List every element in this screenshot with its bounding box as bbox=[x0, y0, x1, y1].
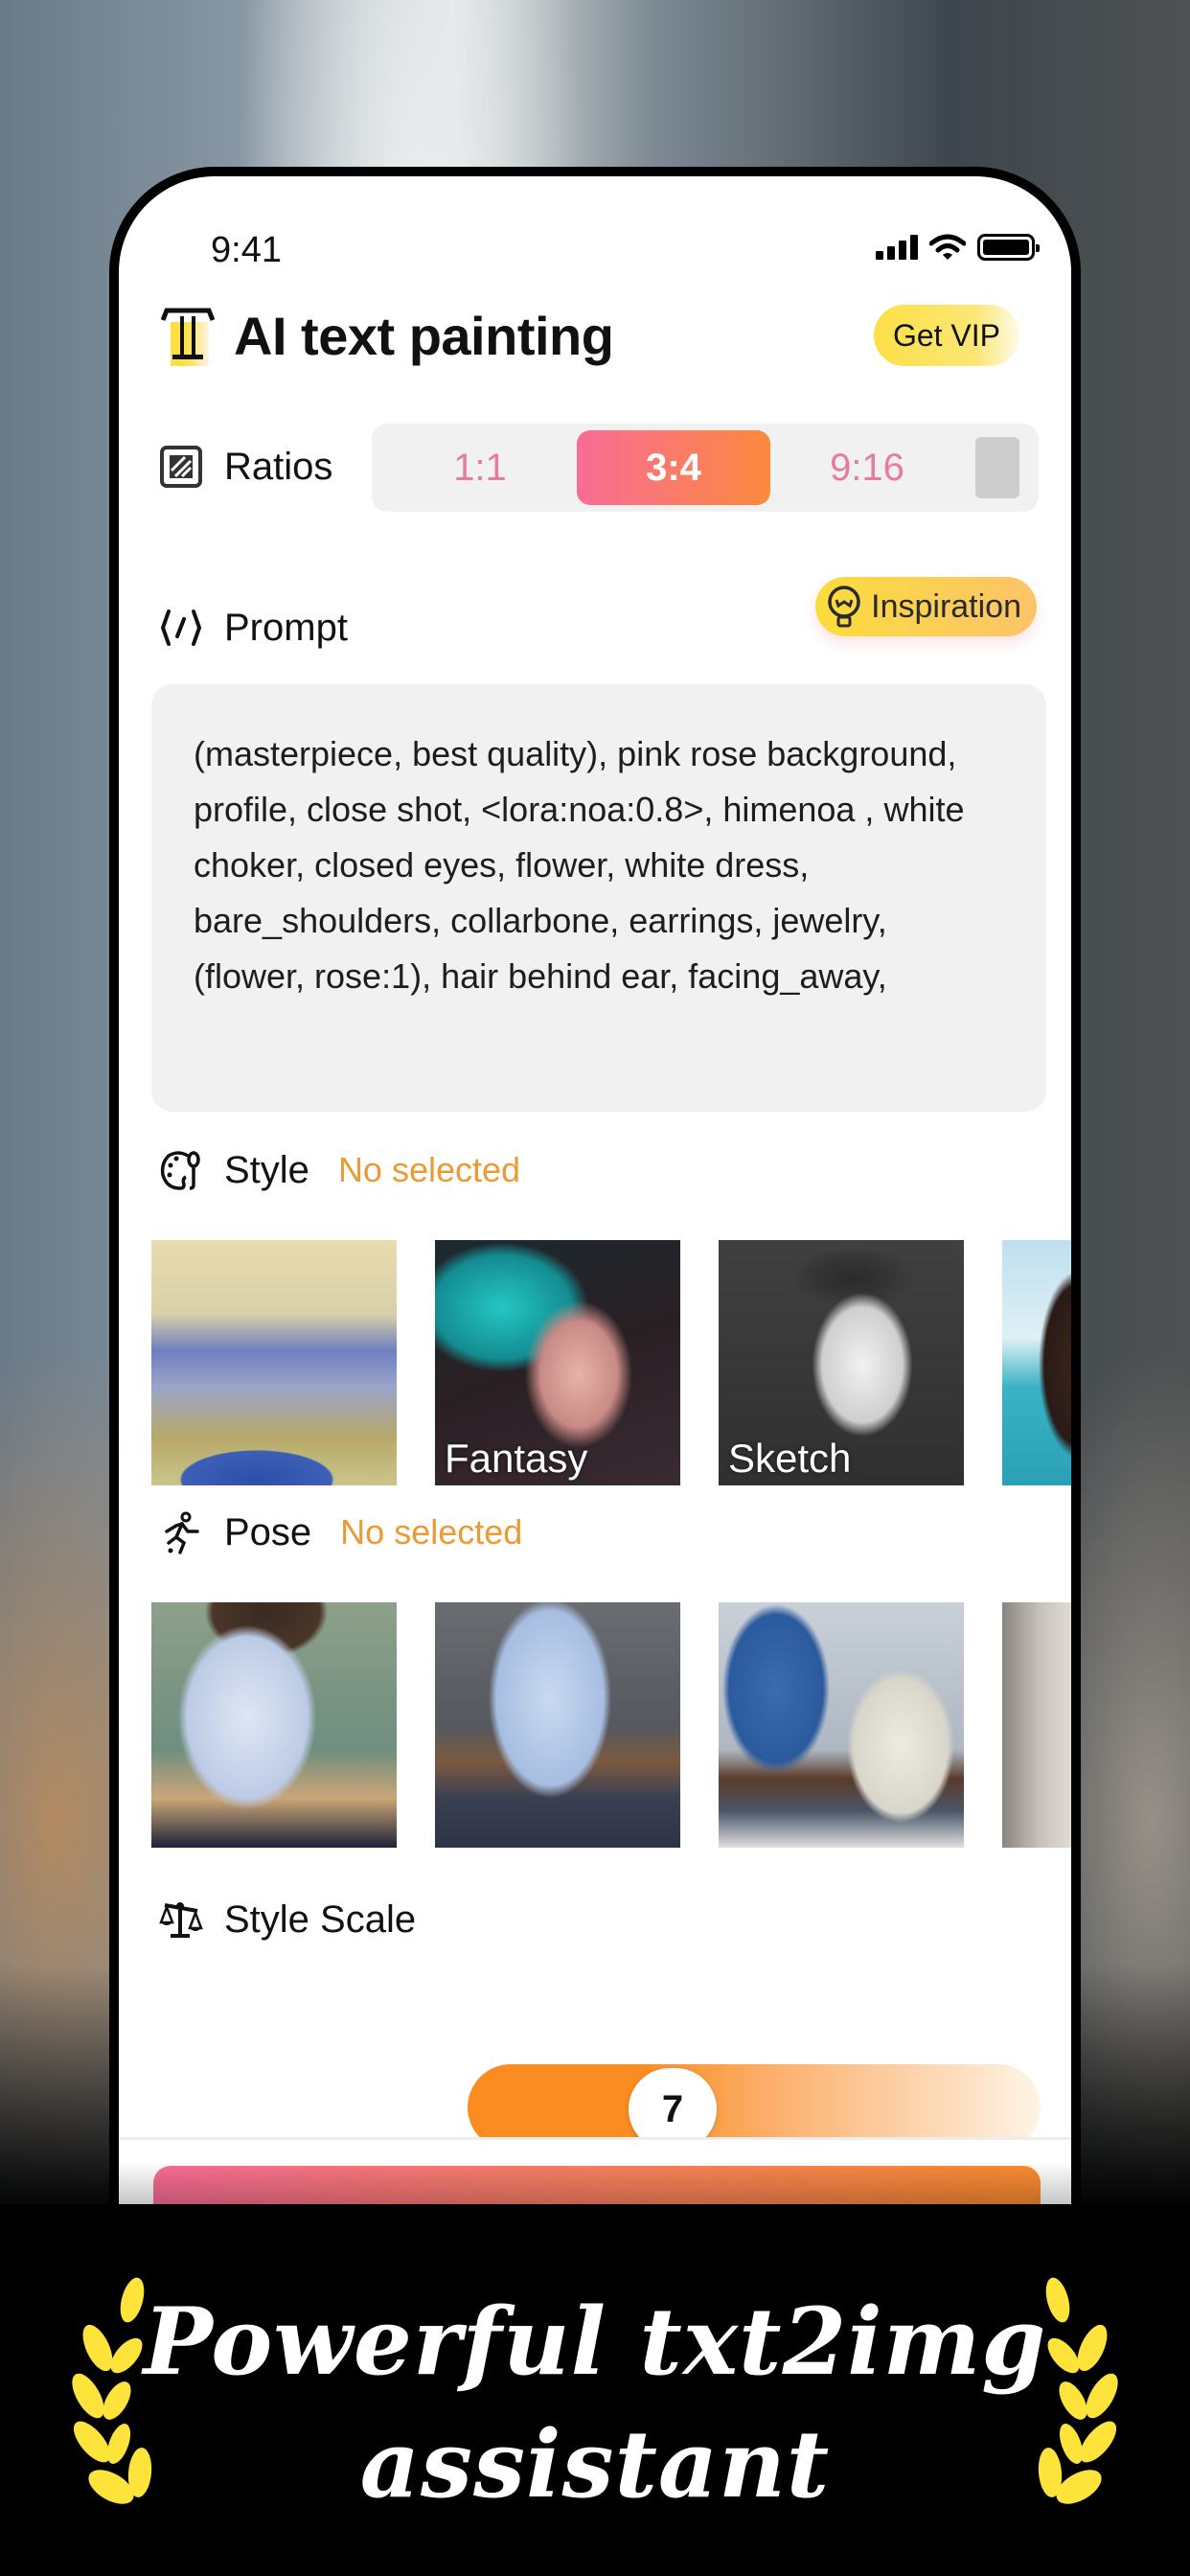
slogan-line-2: assistant bbox=[359, 2410, 831, 2518]
balance-scale-icon bbox=[157, 1896, 205, 1944]
prompt-textarea[interactable]: (masterpiece, best quality), pink rose b… bbox=[151, 684, 1046, 1112]
pose-list bbox=[151, 1602, 1071, 1848]
promo-banner: Powerful txt2img assistant bbox=[0, 2204, 1190, 2576]
lightbulb-icon bbox=[828, 586, 860, 628]
ratios-label-row: Ratios bbox=[157, 443, 332, 491]
app-header: AI text painting Get VIP bbox=[157, 297, 1019, 374]
prompt-label-row: Prompt bbox=[157, 604, 348, 652]
status-time: 9:41 bbox=[211, 230, 282, 270]
app-screen: 9:41 AI text painting Get VIP Ratios 1:1… bbox=[119, 176, 1071, 2275]
page-title: AI text painting bbox=[234, 305, 614, 366]
style-item-sketch[interactable]: Sketch bbox=[719, 1240, 964, 1485]
pose-item-arms-crossed[interactable] bbox=[151, 1602, 397, 1848]
style-item-label: Sketch bbox=[728, 1436, 852, 1481]
phone-frame: 9:41 AI text painting Get VIP Ratios 1:1… bbox=[109, 167, 1081, 2275]
style-item-label: Fantasy bbox=[445, 1436, 588, 1481]
pose-label: Pose bbox=[224, 1510, 312, 1553]
pose-item-standing-back[interactable] bbox=[435, 1602, 680, 1848]
ratio-option-3-4[interactable]: 3:4 bbox=[577, 430, 770, 505]
palette-icon bbox=[157, 1146, 205, 1194]
promo-slogan: Powerful txt2img assistant bbox=[0, 2281, 1190, 2526]
inspiration-button[interactable]: Inspiration bbox=[815, 577, 1037, 636]
ratios-label: Ratios bbox=[224, 445, 333, 488]
app-logo-icon bbox=[157, 305, 218, 366]
style-item-impressionist[interactable] bbox=[151, 1240, 397, 1485]
style-status: No selected bbox=[337, 1150, 521, 1189]
ratio-option-more[interactable] bbox=[975, 437, 1019, 498]
wifi-icon bbox=[929, 234, 966, 260]
signal-icon bbox=[876, 235, 918, 260]
ratio-selector: 1:1 3:4 9:16 bbox=[372, 424, 1039, 512]
get-vip-button[interactable]: Get VIP bbox=[873, 305, 1019, 366]
style-item-fantasy[interactable]: Fantasy bbox=[435, 1240, 680, 1485]
running-figure-icon bbox=[157, 1508, 205, 1556]
style-scale-label-row: Style Scale bbox=[157, 1896, 416, 1944]
style-label-row: Style No selected bbox=[157, 1146, 520, 1194]
prompt-label: Prompt bbox=[224, 606, 348, 649]
status-icons bbox=[876, 234, 1040, 261]
battery-icon bbox=[977, 234, 1040, 261]
ratio-option-1-1[interactable]: 1:1 bbox=[383, 430, 577, 505]
pose-item-leaning[interactable] bbox=[1002, 1602, 1071, 1848]
aspect-ratio-icon bbox=[157, 443, 205, 491]
style-label: Style bbox=[224, 1148, 309, 1191]
pose-item-sitting-desk[interactable] bbox=[719, 1602, 964, 1848]
pose-status: No selected bbox=[340, 1512, 523, 1552]
slogan-line-1: Powerful txt2img bbox=[143, 2288, 1047, 2396]
code-brackets-icon bbox=[157, 604, 205, 652]
style-item-anime[interactable] bbox=[1002, 1240, 1071, 1485]
inspiration-label: Inspiration bbox=[871, 587, 1021, 625]
pose-label-row: Pose No selected bbox=[157, 1508, 522, 1556]
style-list: Fantasy Sketch bbox=[151, 1240, 1071, 1485]
style-scale-label: Style Scale bbox=[224, 1898, 417, 1941]
ratio-option-9-16[interactable]: 9:16 bbox=[770, 430, 964, 505]
